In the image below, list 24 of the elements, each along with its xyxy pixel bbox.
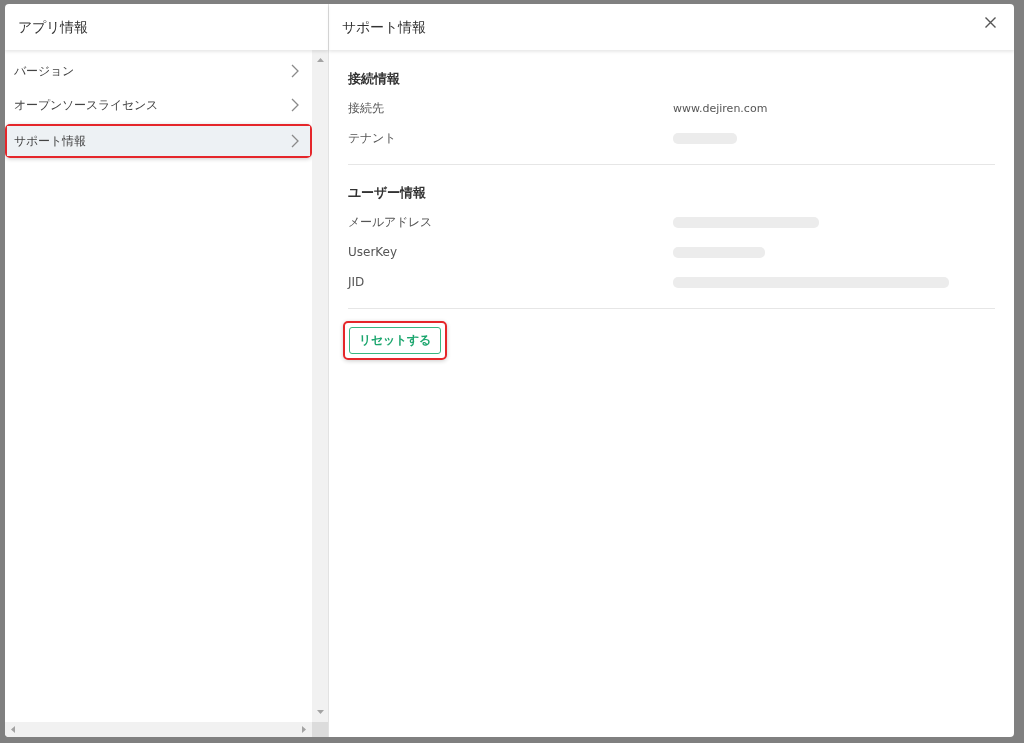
sidebar-item[interactable]: バージョン <box>5 54 312 88</box>
field-label: メールアドレス <box>348 213 432 231</box>
field-label: テナント <box>348 129 396 147</box>
sidebar-item[interactable]: サポート情報 <box>7 126 310 156</box>
close-icon <box>985 16 996 28</box>
vertical-scrollbar[interactable] <box>312 50 328 722</box>
chevron-right-icon <box>291 134 299 148</box>
sidebar-item[interactable]: オープンソースライセンス <box>5 88 312 122</box>
chevron-right-icon <box>291 64 299 78</box>
close-button[interactable] <box>983 14 998 30</box>
field-value: www.dejiren.com <box>673 101 768 115</box>
panel-title: サポート情報 <box>342 18 426 37</box>
scroll-down-icon[interactable] <box>316 710 324 714</box>
horizontal-scrollbar[interactable] <box>5 722 312 737</box>
scroll-left-icon[interactable] <box>11 726 15 733</box>
field-label: 接続先 <box>348 99 384 117</box>
section-heading: 接続情報 <box>348 70 401 88</box>
section-heading: ユーザー情報 <box>348 184 427 202</box>
field-label: UserKey <box>348 245 398 259</box>
chevron-right-icon <box>291 98 299 112</box>
scroll-up-icon[interactable] <box>316 58 324 62</box>
sidebar-title: アプリ情報 <box>18 18 88 37</box>
field-label: JID <box>348 275 365 289</box>
scroll-right-icon[interactable] <box>302 726 306 733</box>
